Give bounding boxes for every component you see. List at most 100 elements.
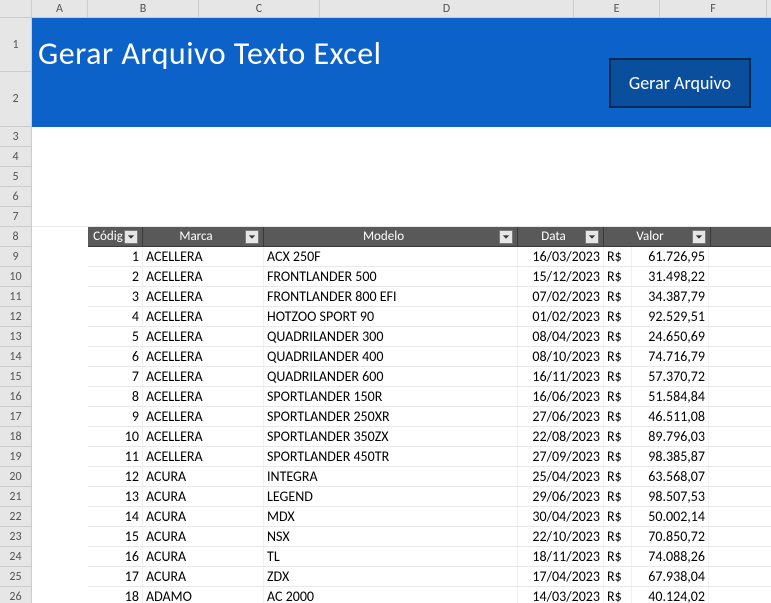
cell-valor[interactable]: 51.584,84	[632, 387, 709, 406]
cell-modelo[interactable]: HOTZOO SPORT 90	[264, 307, 518, 326]
row-header[interactable]: 21	[0, 487, 31, 507]
row-header[interactable]: 11	[0, 287, 31, 307]
cell-valor[interactable]: 89.796,03	[632, 427, 709, 446]
table-row[interactable]: 12ACURAINTEGRA25/04/2023R$63.568,07	[88, 467, 771, 487]
cell-marca[interactable]: ACURA	[143, 467, 264, 486]
cell-currency-symbol[interactable]: R$	[604, 487, 632, 506]
cell-codigo[interactable]: 7	[88, 367, 143, 386]
row-header[interactable]: 15	[0, 367, 31, 387]
select-all-corner[interactable]	[0, 0, 32, 17]
cell-currency-symbol[interactable]: R$	[604, 307, 632, 326]
cell-currency-symbol[interactable]: R$	[604, 407, 632, 426]
filter-valor-button[interactable]	[692, 230, 706, 244]
table-row[interactable]: 6ACELLERAQUADRILANDER 40008/10/2023R$74.…	[88, 347, 771, 367]
cell-currency-symbol[interactable]: R$	[604, 547, 632, 566]
cell-valor[interactable]: 70.850,72	[632, 527, 709, 546]
cell-codigo[interactable]: 13	[88, 487, 143, 506]
cell-valor[interactable]: 24.650,69	[632, 327, 709, 346]
table-row[interactable]: 18ADAMOAC 200014/03/2023R$40.124,02	[88, 587, 771, 603]
cell-data[interactable]: 15/12/2023	[518, 267, 604, 286]
table-row[interactable]: 4ACELLERAHOTZOO SPORT 9001/02/2023R$92.5…	[88, 307, 771, 327]
cell-codigo[interactable]: 10	[88, 427, 143, 446]
cell-data[interactable]: 01/02/2023	[518, 307, 604, 326]
cell-valor[interactable]: 98.507,53	[632, 487, 709, 506]
cell-modelo[interactable]: SPORTLANDER 450TR	[264, 447, 518, 466]
cell-valor[interactable]: 74.716,79	[632, 347, 709, 366]
table-row[interactable]: 8ACELLERASPORTLANDER 150R16/06/2023R$51.…	[88, 387, 771, 407]
cell-modelo[interactable]: ACX 250F	[264, 247, 518, 266]
cell-data[interactable]: 08/10/2023	[518, 347, 604, 366]
row-header[interactable]: 4	[0, 147, 31, 167]
cell-valor[interactable]: 50.002,14	[632, 507, 709, 526]
column-header-e[interactable]: E	[574, 0, 660, 17]
cell-data[interactable]: 17/04/2023	[518, 567, 604, 586]
cell-codigo[interactable]: 15	[88, 527, 143, 546]
row-header[interactable]: 26	[0, 587, 31, 603]
cell-data[interactable]: 16/11/2023	[518, 367, 604, 386]
table-row[interactable]: 2ACELLERAFRONTLANDER 50015/12/2023R$31.4…	[88, 267, 771, 287]
table-row[interactable]: 13ACURALEGEND29/06/2023R$98.507,53	[88, 487, 771, 507]
cell-modelo[interactable]: AC 2000	[264, 587, 518, 603]
row-header[interactable]: 17	[0, 407, 31, 427]
cell-modelo[interactable]: SPORTLANDER 250XR	[264, 407, 518, 426]
cell-marca[interactable]: ACURA	[143, 527, 264, 546]
cell-marca[interactable]: ADAMO	[143, 587, 264, 603]
table-row[interactable]: 10ACELLERASPORTLANDER 350ZX22/08/2023R$8…	[88, 427, 771, 447]
row-header[interactable]: 2	[0, 72, 31, 127]
cell-currency-symbol[interactable]: R$	[604, 567, 632, 586]
row-header[interactable]: 19	[0, 447, 31, 467]
row-header[interactable]: 24	[0, 547, 31, 567]
cell-currency-symbol[interactable]: R$	[604, 267, 632, 286]
cell-data[interactable]: 16/06/2023	[518, 387, 604, 406]
cell-currency-symbol[interactable]: R$	[604, 587, 632, 603]
cell-marca[interactable]: ACELLERA	[143, 327, 264, 346]
column-header-c[interactable]: C	[199, 0, 320, 17]
row-header[interactable]: 12	[0, 307, 31, 327]
row-header[interactable]: 1	[0, 18, 31, 72]
row-header[interactable]: 25	[0, 567, 31, 587]
cell-currency-symbol[interactable]: R$	[604, 387, 632, 406]
row-header[interactable]: 18	[0, 427, 31, 447]
cell-valor[interactable]: 57.370,72	[632, 367, 709, 386]
cell-codigo[interactable]: 12	[88, 467, 143, 486]
cell-valor[interactable]: 74.088,26	[632, 547, 709, 566]
cell-modelo[interactable]: MDX	[264, 507, 518, 526]
generate-file-button[interactable]: Gerar Arquivo	[609, 58, 751, 108]
cell-codigo[interactable]: 3	[88, 287, 143, 306]
cell-valor[interactable]: 67.938,04	[632, 567, 709, 586]
row-header[interactable]: 9	[0, 247, 31, 267]
cell-modelo[interactable]: QUADRILANDER 400	[264, 347, 518, 366]
cell-currency-symbol[interactable]: R$	[604, 467, 632, 486]
column-header-a[interactable]: A	[32, 0, 88, 17]
cell-modelo[interactable]: INTEGRA	[264, 467, 518, 486]
cell-data[interactable]: 27/09/2023	[518, 447, 604, 466]
row-header[interactable]: 6	[0, 187, 31, 207]
row-header[interactable]: 10	[0, 267, 31, 287]
cell-modelo[interactable]: QUADRILANDER 300	[264, 327, 518, 346]
cell-marca[interactable]: ACELLERA	[143, 387, 264, 406]
cells-area[interactable]: Gerar Arquivo Texto Excel Gerar Arquivo …	[32, 18, 771, 603]
cell-valor[interactable]: 63.568,07	[632, 467, 709, 486]
table-row[interactable]: 7ACELLERAQUADRILANDER 60016/11/2023R$57.…	[88, 367, 771, 387]
cell-codigo[interactable]: 8	[88, 387, 143, 406]
cell-data[interactable]: 18/11/2023	[518, 547, 604, 566]
cell-currency-symbol[interactable]: R$	[604, 507, 632, 526]
table-row[interactable]: 11ACELLERASPORTLANDER 450TR27/09/2023R$9…	[88, 447, 771, 467]
cell-codigo[interactable]: 6	[88, 347, 143, 366]
cell-valor[interactable]: 61.726,95	[632, 247, 709, 266]
table-row[interactable]: 15ACURANSX22/10/2023R$70.850,72	[88, 527, 771, 547]
row-header[interactable]: 8	[0, 227, 31, 247]
filter-marca-button[interactable]	[245, 230, 259, 244]
cell-codigo[interactable]: 1	[88, 247, 143, 266]
cell-currency-symbol[interactable]: R$	[604, 347, 632, 366]
table-row[interactable]: 14ACURAMDX30/04/2023R$50.002,14	[88, 507, 771, 527]
cell-currency-symbol[interactable]: R$	[604, 287, 632, 306]
filter-codigo-button[interactable]	[124, 230, 138, 244]
cell-codigo[interactable]: 18	[88, 587, 143, 603]
cell-data[interactable]: 07/02/2023	[518, 287, 604, 306]
cell-valor[interactable]: 98.385,87	[632, 447, 709, 466]
cell-codigo[interactable]: 17	[88, 567, 143, 586]
table-row[interactable]: 9ACELLERASPORTLANDER 250XR27/06/2023R$46…	[88, 407, 771, 427]
cell-currency-symbol[interactable]: R$	[604, 447, 632, 466]
row-header[interactable]: 20	[0, 467, 31, 487]
